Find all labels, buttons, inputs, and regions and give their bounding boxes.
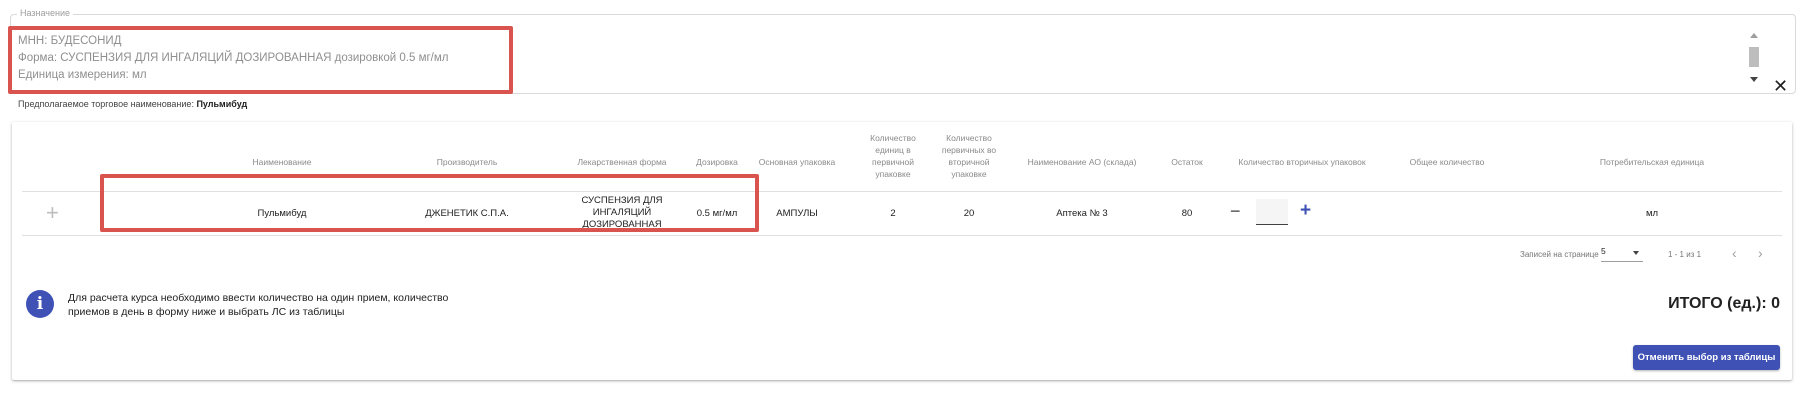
th-qty-secondary-l3: вторичной [948, 157, 990, 167]
prev-page-icon[interactable]: ‹ [1732, 246, 1737, 260]
next-page-icon[interactable]: › [1758, 246, 1763, 260]
highlight-box-row [100, 174, 759, 232]
th-pharmacy[interactable]: Наименование АО (склада) [1017, 156, 1147, 168]
th-qty-secondary[interactable]: Количество первичных во вторичной упаков… [934, 132, 1004, 180]
th-manufacturer[interactable]: Производитель [412, 156, 522, 168]
th-qty-primary[interactable]: Количество единиц в первичной упаковке [862, 132, 924, 180]
th-qty-primary-l2: единиц в [875, 145, 911, 155]
info-message-l2: приемов в день в форму ниже и выбрать ЛС… [68, 306, 345, 318]
th-secondary-count[interactable]: Количество вторичных упаковок [1217, 156, 1387, 168]
th-total-qty[interactable]: Общее количество [1382, 156, 1512, 168]
td-stock: 80 [1181, 208, 1193, 219]
clear-icon[interactable]: ✕ [1773, 77, 1788, 95]
td-qty-primary: 2 [890, 208, 896, 219]
rows-per-page-value: 5 [1601, 246, 1606, 256]
trade-name-label: Предполагаемое торговое наименование: [18, 99, 197, 109]
total-label: ИТОГО (ед.): 0 [1668, 295, 1780, 312]
th-unit[interactable]: Потребительская единица [1572, 156, 1732, 168]
scroll-thumb[interactable] [1749, 47, 1759, 67]
th-name[interactable]: Наименование [232, 156, 332, 168]
td-package: АМПУЛЫ [776, 208, 818, 219]
th-qty-primary-l4: упаковке [875, 169, 911, 179]
purpose-legend: Назначение [17, 8, 74, 18]
highlight-box-purpose [8, 26, 513, 94]
chevron-down-icon [1633, 251, 1639, 255]
info-icon: i [26, 290, 54, 318]
pager-range: 1 - 1 из 1 [1668, 250, 1702, 259]
td-qty-secondary: 20 [963, 208, 975, 219]
info-message: Для расчета курса необходимо ввести коли… [68, 291, 478, 319]
th-package[interactable]: Основная упаковка [752, 156, 842, 168]
th-qty-secondary-l2: первичных во [941, 145, 997, 155]
scroll-down-arrow-icon[interactable] [1750, 77, 1758, 82]
rows-per-page-label: Записей на странице [1520, 250, 1599, 259]
th-qty-secondary-l1: Количество [946, 133, 992, 143]
purpose-scrollbar[interactable] [1748, 33, 1760, 85]
th-form[interactable]: Лекарственная форма [557, 156, 687, 168]
th-dosage[interactable]: Дозировка [687, 156, 747, 168]
td-pharmacy: Аптека № 3 [1056, 208, 1108, 219]
th-qty-primary-l1: Количество [870, 133, 916, 143]
th-qty-secondary-l4: упаковке [951, 169, 987, 179]
td-unit: мл [1645, 208, 1659, 219]
trade-name: Предполагаемое торговое наименование: Пу… [18, 99, 247, 109]
rows-per-page-select[interactable]: 5 [1601, 246, 1643, 262]
info-message-l1: Для расчета курса необходимо ввести коли… [68, 292, 449, 304]
th-qty-primary-l3: первичной [872, 157, 914, 167]
scroll-up-arrow-icon[interactable] [1750, 33, 1758, 38]
increment-button[interactable]: + [1300, 201, 1311, 221]
drug-table-card: Наименование Производитель Лекарственная… [12, 122, 1792, 380]
cancel-selection-button[interactable]: Отменить выбор из таблицы [1633, 345, 1780, 370]
th-stock[interactable]: Остаток [1162, 156, 1212, 168]
decrement-button[interactable]: − [1230, 202, 1241, 220]
add-row-plus-icon[interactable]: + [46, 202, 59, 224]
secondary-count-input[interactable] [1256, 199, 1288, 225]
trade-name-value: Пульмибуд [196, 99, 248, 109]
